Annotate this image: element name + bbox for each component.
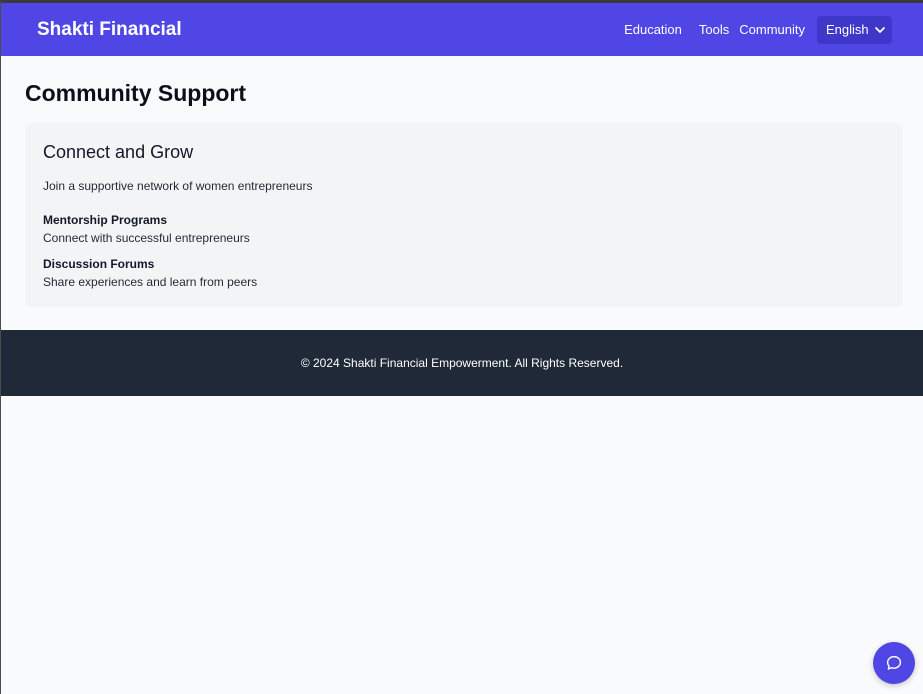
main-content: Community Support Connect and Grow Join … xyxy=(1,56,923,330)
feature-mentorship: Mentorship Programs Connect with success… xyxy=(43,213,885,245)
nav-link-tools[interactable]: Tools xyxy=(699,22,729,37)
footer-copyright: © 2024 Shakti Financial Empowerment. All… xyxy=(300,356,624,370)
page-footer: © 2024 Shakti Financial Empowerment. All… xyxy=(1,330,923,396)
feature-description: Share experiences and learn from peers xyxy=(43,275,258,289)
chevron-down-icon xyxy=(875,26,885,33)
browser-viewport: Shakti Financial Education Tools Communi… xyxy=(0,0,923,694)
page-title: Community Support xyxy=(25,80,247,106)
top-navbar: Shakti Financial Education Tools Communi… xyxy=(1,3,923,56)
card-description: Join a supportive network of women entre… xyxy=(43,179,313,193)
card-title: Connect and Grow xyxy=(43,142,194,162)
feature-forums: Discussion Forums Share experiences and … xyxy=(43,257,885,289)
chat-bubble-icon xyxy=(886,655,902,670)
main-nav: Education Tools Community English xyxy=(624,15,892,44)
nav-link-education[interactable]: Education xyxy=(624,22,682,37)
chat-button[interactable] xyxy=(873,642,915,684)
nav-link-community[interactable]: Community xyxy=(739,22,805,37)
feature-title: Discussion Forums xyxy=(43,257,155,271)
feature-description: Connect with successful entrepreneurs xyxy=(43,231,250,245)
community-card: Connect and Grow Join a supportive netwo… xyxy=(25,123,903,307)
language-select-value: English xyxy=(826,22,869,37)
language-select[interactable]: English xyxy=(817,15,892,44)
brand-logo-link[interactable]: Shakti Financial xyxy=(37,19,182,41)
feature-title: Mentorship Programs xyxy=(43,213,168,227)
